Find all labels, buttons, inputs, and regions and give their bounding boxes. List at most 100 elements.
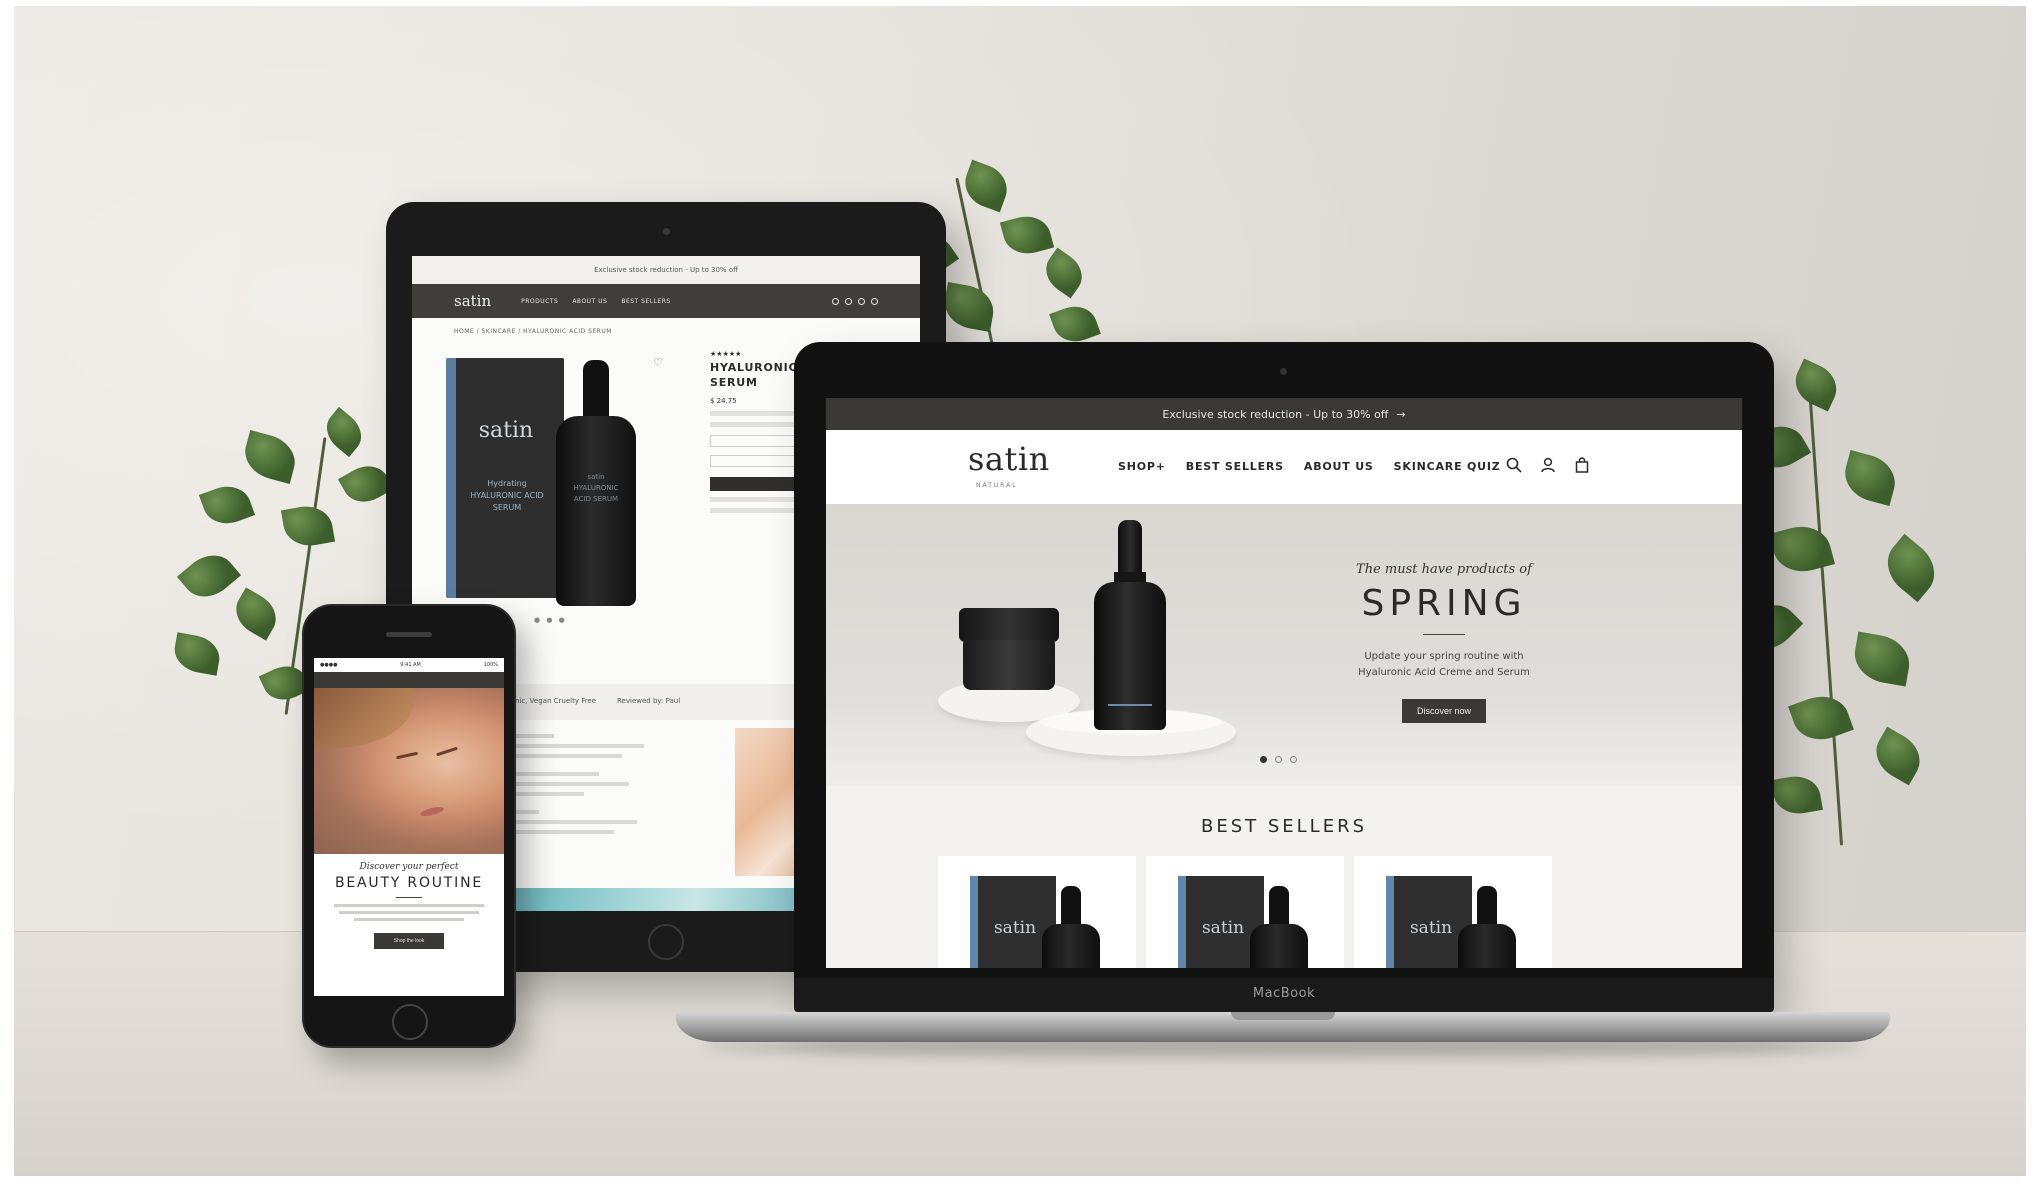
mockup-scene: Exclusive stock reduction - Up to 30% of…	[14, 6, 2026, 1176]
phone-promo-text: Discover your perfect BEAUTY ROUTINE Sho…	[314, 862, 504, 949]
product-box: satin Hydrating HYALURONIC ACID SERUM	[446, 358, 564, 598]
discover-now-button[interactable]: Discover now	[1401, 699, 1487, 723]
bottle-cap	[583, 360, 609, 420]
phone-device: ●●●● 9:41 AM 100% Discover your perfect …	[302, 604, 516, 1048]
best-sellers-heading: BEST SELLERS	[1200, 816, 1368, 837]
card-bottle	[1042, 886, 1100, 968]
product-bottle: satin HYALURONIC ACID SERUM	[556, 360, 636, 606]
hero-slide-dots	[1260, 756, 1297, 763]
serum-bottle	[1094, 520, 1166, 730]
photo-hair	[314, 688, 414, 748]
hero-text: The must have products of SPRING Update …	[1304, 562, 1584, 723]
main-menu: SHOP+ BEST SELLERS ABOUT US SKINCARE QUI…	[1118, 460, 1501, 473]
laptop-base	[676, 1012, 1890, 1042]
phone-cta-button[interactable]: Shop the look	[373, 933, 445, 949]
tablet-camera	[663, 228, 670, 235]
status-time: 9:41 AM	[400, 662, 421, 668]
bag-icon[interactable]	[1574, 457, 1590, 473]
phone-kicker: Discover your perfect	[359, 862, 459, 872]
battery-indicator: 100%	[483, 662, 498, 668]
card-brand: satin	[1409, 918, 1453, 938]
photo-eye	[436, 746, 458, 757]
search-icon[interactable]	[1506, 457, 1522, 473]
slide-dot-1[interactable]	[1260, 756, 1267, 763]
quantity-selector[interactable]	[710, 454, 805, 467]
tablet-announcement-bar[interactable]: Exclusive stock reduction - Up to 30% of…	[412, 256, 920, 284]
hero-kicker: The must have products of	[1356, 562, 1532, 577]
heart-icon[interactable]	[845, 297, 852, 305]
bag-icon[interactable]	[871, 297, 878, 305]
nav-about-us[interactable]: ABOUT US	[1304, 460, 1374, 473]
wishlist-heart-icon[interactable]: ♡	[653, 356, 663, 369]
bottle-accent	[1108, 704, 1152, 706]
product-card[interactable]: satin	[938, 856, 1136, 968]
product-card[interactable]: satin	[1146, 856, 1344, 968]
hero-description: Update your spring routine with Hyaluron…	[1304, 649, 1584, 681]
card-brand: satin	[993, 918, 1037, 938]
cream-jar	[959, 608, 1059, 690]
photo-eye	[395, 751, 419, 760]
phone-title: BEAUTY ROUTINE	[334, 875, 484, 891]
model-photo	[314, 688, 504, 854]
laptop-label: MacBook	[1252, 986, 1316, 1001]
announcement-bar[interactable]: Exclusive stock reduction - Up to 30% of…	[826, 398, 1742, 430]
dropper-cap	[1118, 520, 1142, 578]
card-bottle	[1458, 886, 1516, 968]
arrow-right-icon: →	[1396, 407, 1406, 421]
card-bottle	[1250, 886, 1308, 968]
product-description	[494, 734, 644, 840]
slide-dot-3[interactable]	[1290, 756, 1297, 763]
phone-speaker	[386, 632, 432, 637]
tablet-home-button	[648, 924, 684, 960]
tablet-nav-icons	[832, 297, 878, 305]
card-bottle-body	[1250, 924, 1308, 968]
phone-status-bar: ●●●● 9:41 AM 100%	[314, 658, 504, 672]
text-line	[334, 904, 484, 907]
best-sellers-section: BEST SELLERS satin satin satin	[826, 786, 1742, 968]
tablet-nav-best-sellers[interactable]: BEST SELLERS	[621, 298, 670, 305]
site-header: satin NATURAL SHOP+ BEST SELLERS ABOUT U…	[826, 430, 1742, 504]
product-image[interactable]: satin Hydrating HYALURONIC ACID SERUM sa…	[446, 348, 646, 608]
photo-lips	[419, 805, 445, 818]
phone-nav[interactable]	[314, 672, 504, 688]
tablet-nav-products[interactable]: PRODUCTS	[521, 298, 558, 305]
card-bottle-cap	[1477, 886, 1497, 928]
bottle-body	[1094, 582, 1166, 730]
text-line	[339, 911, 479, 914]
laptop-device: Exclusive stock reduction - Up to 30% of…	[794, 342, 1774, 1012]
slide-dot-2[interactable]	[1275, 756, 1282, 763]
nav-skincare-quiz[interactable]: SKINCARE QUIZ	[1394, 460, 1501, 473]
announcement-text: Exclusive stock reduction - Up to 30% of…	[1162, 407, 1389, 421]
account-icon[interactable]	[1540, 457, 1556, 473]
product-card[interactable]: satin	[1354, 856, 1552, 968]
jar-base	[963, 640, 1055, 690]
site-logo[interactable]: satin	[968, 440, 1050, 478]
nav-best-sellers[interactable]: BEST SELLERS	[1186, 460, 1284, 473]
signal-indicator: ●●●●	[320, 662, 338, 668]
laptop-camera	[1280, 368, 1287, 375]
hero-title: SPRING	[1361, 583, 1527, 624]
box-brand: satin	[478, 418, 534, 443]
laptop-screen: Exclusive stock reduction - Up to 30% of…	[826, 398, 1742, 968]
text-line	[494, 744, 644, 748]
tablet-nav-about[interactable]: ABOUT US	[572, 298, 607, 305]
hero-banner[interactable]: The must have products of SPRING Update …	[826, 504, 1742, 786]
breadcrumb[interactable]: HOME / SKINCARE / HYALURONIC ACID SERUM	[412, 318, 920, 345]
laptop-notch	[1231, 1012, 1335, 1020]
tablet-logo[interactable]: satin	[454, 292, 491, 310]
card-bottle-body	[1458, 924, 1516, 968]
card-bottle-cap	[1061, 886, 1081, 928]
search-icon[interactable]	[832, 297, 839, 305]
card-brand: satin	[1201, 918, 1245, 938]
bottle-label: satin HYALURONIC ACID SERUM	[573, 473, 619, 504]
feature-review: Reviewed by: Paul	[617, 697, 681, 705]
gallery-dots[interactable]: ● ● ●	[534, 616, 567, 624]
bottle-body	[556, 416, 636, 606]
site-logo-sub: NATURAL	[976, 482, 1018, 489]
nav-shop[interactable]: SHOP+	[1118, 460, 1166, 473]
account-icon[interactable]	[858, 297, 865, 305]
jar-lid	[959, 608, 1059, 642]
hero-divider	[1423, 634, 1465, 635]
phone-screen: ●●●● 9:41 AM 100% Discover your perfect …	[314, 658, 504, 996]
card-bottle-body	[1042, 924, 1100, 968]
